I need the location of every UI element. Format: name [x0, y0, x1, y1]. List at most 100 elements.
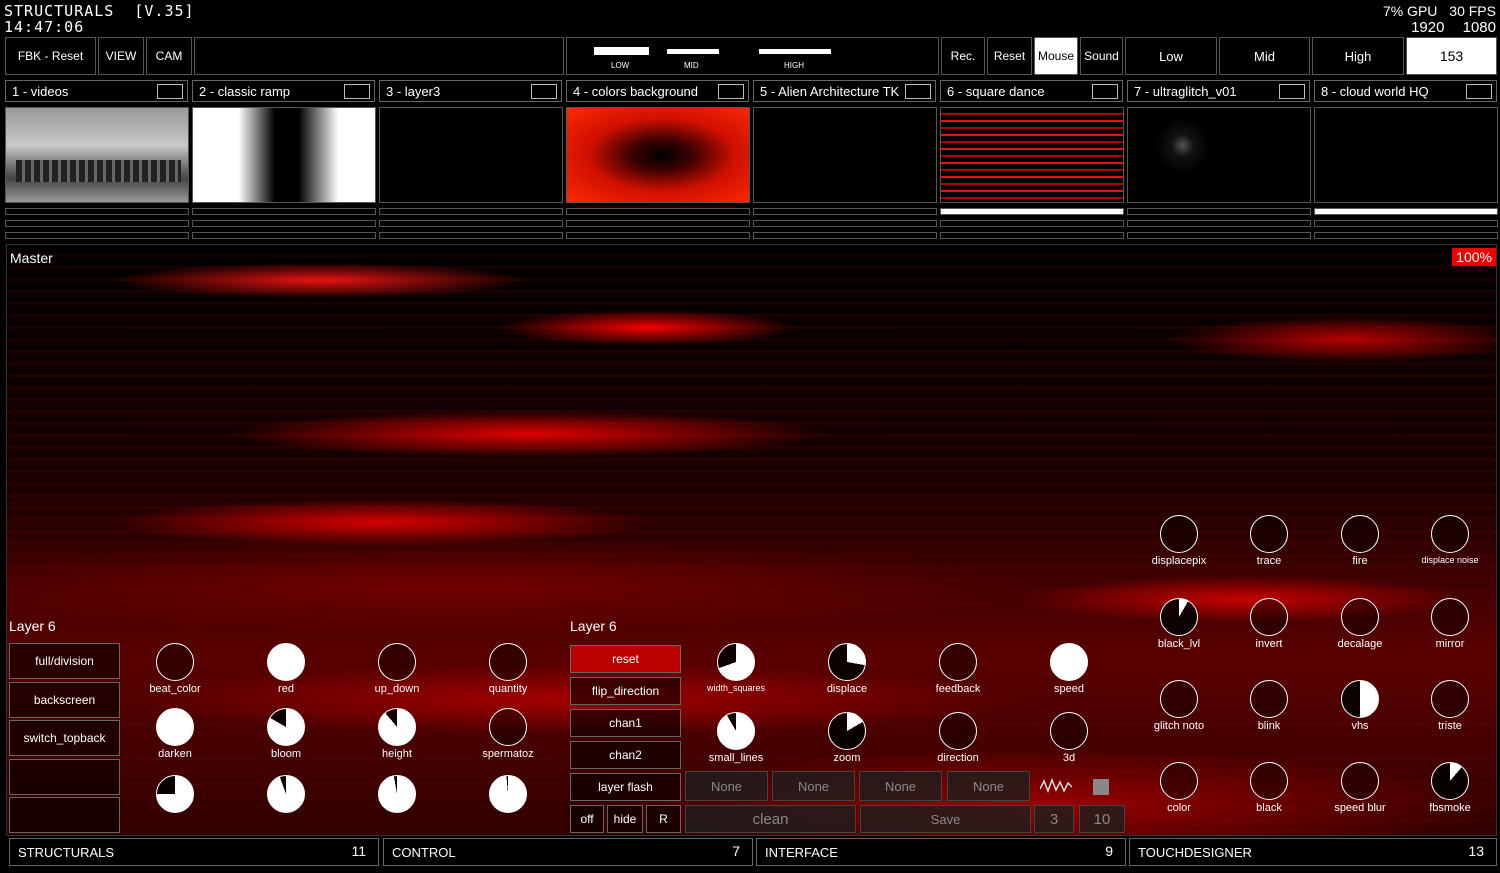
view-button[interactable]: VIEW: [98, 37, 144, 75]
layer-slot-bar[interactable]: [5, 220, 189, 227]
layer-tab-2[interactable]: 2 - classic ramp: [192, 80, 375, 102]
layer-slot-bar[interactable]: [940, 208, 1124, 215]
hide-button[interactable]: hide: [607, 805, 643, 833]
layer-preview-ultraglitch[interactable]: [1127, 107, 1311, 203]
layer-slot-bar[interactable]: [5, 208, 189, 215]
layer-slot-bar[interactable]: [753, 232, 937, 239]
layer-tab-8[interactable]: 8 - cloud world HQ: [1314, 80, 1497, 102]
fire-knob[interactable]: [1341, 515, 1379, 553]
layer-preview-cloud-world[interactable]: [1314, 107, 1498, 203]
height-knob[interactable]: [378, 708, 416, 746]
layer-slot-bar[interactable]: [192, 208, 376, 215]
layer-slot-bar[interactable]: [940, 232, 1124, 239]
color-swatch[interactable]: [1093, 779, 1109, 795]
layer-checkbox[interactable]: [718, 84, 744, 99]
direction-knob[interactable]: [939, 712, 977, 750]
layer-checkbox[interactable]: [1466, 84, 1492, 99]
empty-button-2[interactable]: [9, 797, 120, 833]
layer-slot-bar[interactable]: [1314, 208, 1498, 215]
layer-tab-5[interactable]: 5 - Alien Architecture TK: [753, 80, 936, 102]
dropdown-1[interactable]: None: [685, 771, 768, 801]
dropdown-2[interactable]: None: [772, 771, 855, 801]
footer-tab-control[interactable]: CONTROL 7: [383, 838, 753, 866]
footer-tab-structurals[interactable]: STRUCTURALS 11: [9, 838, 379, 866]
black-lvl-knob[interactable]: [1160, 598, 1198, 636]
empty-button-1[interactable]: [9, 759, 120, 795]
value-field-a[interactable]: 3: [1034, 805, 1074, 833]
unlabeled-knob[interactable]: [489, 775, 527, 813]
layer-tab-7[interactable]: 7 - ultraglitch_v01: [1127, 80, 1310, 102]
rec-button[interactable]: Rec.: [941, 37, 985, 75]
vhs-knob[interactable]: [1341, 680, 1379, 718]
layer-tab-6[interactable]: 6 - square dance: [940, 80, 1123, 102]
layer-slot-bar[interactable]: [566, 208, 750, 215]
layer-preview-alien-architecture[interactable]: [753, 107, 937, 203]
full-division-button[interactable]: full/division: [9, 643, 120, 679]
displace-knob[interactable]: [828, 643, 866, 681]
displacepix-knob[interactable]: [1160, 515, 1198, 553]
darken-knob[interactable]: [156, 708, 194, 746]
glitch-noto-knob[interactable]: [1160, 680, 1198, 718]
sound-toggle[interactable]: Sound: [1080, 37, 1123, 75]
layer-flash-button[interactable]: layer flash: [570, 773, 681, 801]
feedback-knob[interactable]: [939, 643, 977, 681]
invert-knob[interactable]: [1250, 598, 1288, 636]
layer-slot-bar[interactable]: [192, 220, 376, 227]
displace-noise-knob[interactable]: [1431, 515, 1469, 553]
speed-blur-knob[interactable]: [1341, 762, 1379, 800]
layer-checkbox[interactable]: [344, 84, 370, 99]
layer-preview-classic-ramp[interactable]: [192, 107, 376, 203]
r-button[interactable]: R: [646, 805, 681, 833]
layer-checkbox[interactable]: [157, 84, 183, 99]
cam-button[interactable]: CAM: [146, 37, 192, 75]
switch-topback-button[interactable]: switch_topback: [9, 720, 120, 756]
backscreen-button[interactable]: backscreen: [9, 682, 120, 718]
chan1-button[interactable]: chan1: [570, 709, 681, 737]
layer-tab-1[interactable]: 1 - videos: [5, 80, 188, 102]
triste-knob[interactable]: [1431, 680, 1469, 718]
dropdown-3[interactable]: None: [859, 771, 942, 801]
layer-slot-bar[interactable]: [940, 220, 1124, 227]
fbsmoke-knob[interactable]: [1431, 762, 1469, 800]
flip-direction-button[interactable]: flip_direction: [570, 677, 681, 705]
layer-slot-bar[interactable]: [1127, 232, 1311, 239]
layer-preview-layer3[interactable]: [379, 107, 563, 203]
mirror-knob[interactable]: [1431, 598, 1469, 636]
layer-slot-bar[interactable]: [753, 208, 937, 215]
high-band-button[interactable]: High: [1312, 37, 1404, 75]
footer-tab-interface[interactable]: INTERFACE 9: [756, 838, 1126, 866]
layer-checkbox[interactable]: [1279, 84, 1305, 99]
layer-slot-bar[interactable]: [753, 220, 937, 227]
red-knob[interactable]: [267, 643, 305, 681]
reset-layer-button[interactable]: reset: [570, 645, 681, 673]
layer-preview-videos[interactable]: [5, 107, 189, 203]
up-down-knob[interactable]: [378, 643, 416, 681]
trace-knob[interactable]: [1250, 515, 1288, 553]
low-band-button[interactable]: Low: [1125, 37, 1217, 75]
layer-tab-4[interactable]: 4 - colors background: [566, 80, 749, 102]
chan2-button[interactable]: chan2: [570, 741, 681, 769]
layer-slot-bar[interactable]: [1314, 220, 1498, 227]
unlabeled-knob[interactable]: [156, 775, 194, 813]
black-knob[interactable]: [1250, 762, 1288, 800]
spermatoz-knob[interactable]: [489, 708, 527, 746]
beat-color-knob[interactable]: [156, 643, 194, 681]
mid-band-button[interactable]: Mid: [1219, 37, 1310, 75]
bloom-knob[interactable]: [267, 708, 305, 746]
dropdown-4[interactable]: None: [947, 771, 1030, 801]
footer-tab-touchdesigner[interactable]: TOUCHDESIGNER 13: [1129, 838, 1497, 866]
decalage-knob[interactable]: [1341, 598, 1379, 636]
quantity-knob[interactable]: [489, 643, 527, 681]
layer-slot-bar[interactable]: [379, 232, 563, 239]
bpm-value[interactable]: 153: [1406, 37, 1497, 75]
layer-slot-bar[interactable]: [379, 220, 563, 227]
unlabeled-knob[interactable]: [267, 775, 305, 813]
speed-knob[interactable]: [1050, 643, 1088, 681]
layer-slot-bar[interactable]: [192, 232, 376, 239]
save-button[interactable]: Save: [860, 805, 1031, 833]
layer-checkbox[interactable]: [531, 84, 557, 99]
small-lines-knob[interactable]: [717, 712, 755, 750]
3d-knob[interactable]: [1050, 712, 1088, 750]
layer-slot-bar[interactable]: [566, 220, 750, 227]
fbk-reset-button[interactable]: FBK - Reset: [5, 37, 96, 75]
